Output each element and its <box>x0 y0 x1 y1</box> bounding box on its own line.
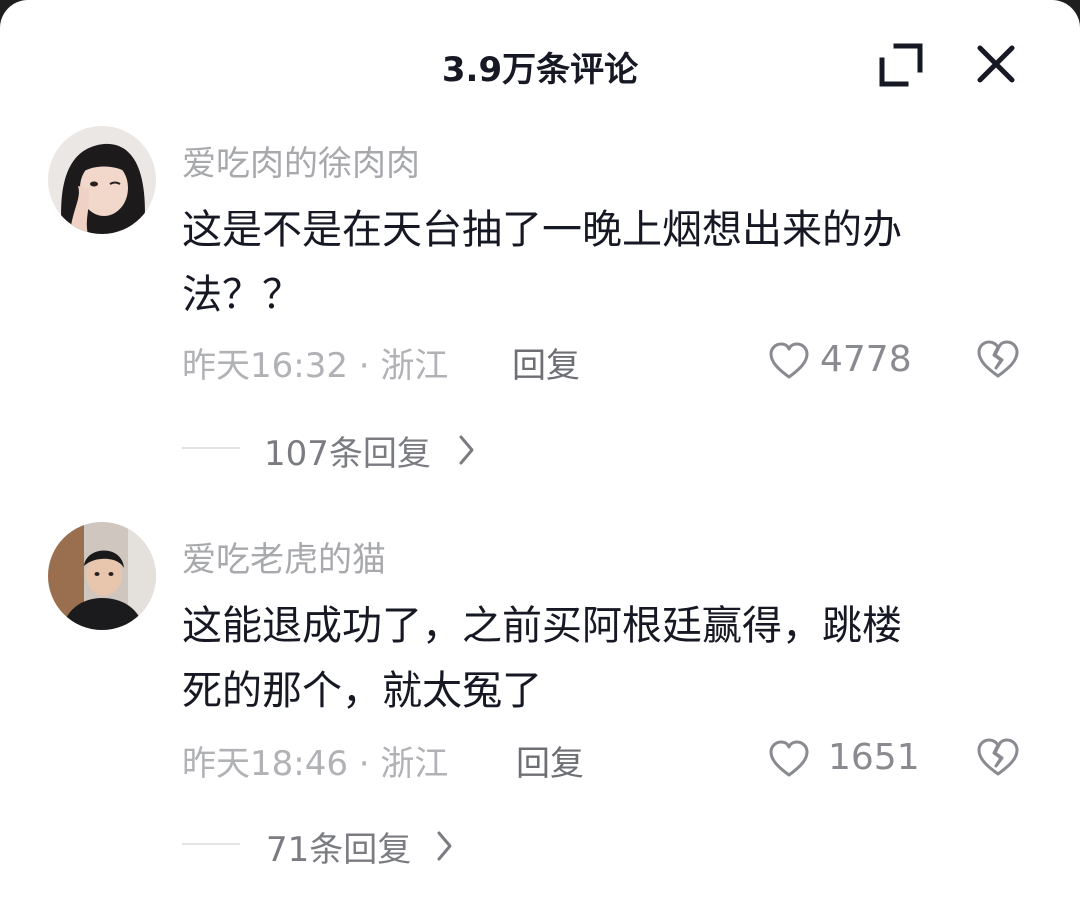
comment-meta: 昨天18:46 · 浙江 <box>182 744 449 784</box>
comment-meta: 昨天16:32 · 浙江 <box>182 346 449 386</box>
comment-text-line: 法？？ <box>182 272 302 318</box>
dislike-button[interactable] <box>976 339 1020 383</box>
reply-button[interactable]: 回复 <box>516 736 584 785</box>
close-button[interactable] <box>972 40 1020 88</box>
broken-heart-icon <box>977 738 1019 776</box>
comment-username[interactable]: 爱吃老虎的猫 <box>182 532 386 581</box>
expand-icon <box>879 43 923 87</box>
avatar[interactable] <box>48 522 156 630</box>
replies-count-label: 107条回复 <box>264 434 431 474</box>
avatar[interactable] <box>48 126 156 234</box>
comment-text: 这能退成功了，之前买阿根廷赢得，跳楼 死的那个，就太冤了 <box>182 594 1012 724</box>
heart-icon <box>769 342 809 379</box>
comment-text: 这是不是在天台抽了一晚上烟想出来的办 法？？ <box>182 198 1012 328</box>
avatar-photo <box>48 126 156 234</box>
reply-button[interactable]: 回复 <box>512 338 580 387</box>
like-count: 4778 <box>820 339 912 380</box>
replies-count-label: 71条回复 <box>266 830 412 870</box>
thread-divider <box>182 843 240 845</box>
thread-divider <box>182 447 240 449</box>
chevron-right-icon <box>459 435 474 465</box>
comment-username[interactable]: 爱吃肉的徐肉肉 <box>182 136 420 185</box>
avatar-photo <box>48 522 156 630</box>
comment-text-line: 死的那个，就太冤了 <box>182 668 542 714</box>
close-icon <box>977 45 1015 83</box>
chevron-right-icon <box>437 831 452 861</box>
heart-icon <box>769 740 809 777</box>
dislike-button[interactable] <box>976 737 1020 781</box>
expand-button[interactable] <box>878 42 924 88</box>
view-replies-button[interactable]: 71条回复 <box>182 822 582 870</box>
comment-text-line: 这能退成功了，之前买阿根廷赢得，跳楼 <box>182 603 902 649</box>
like-count: 1651 <box>828 737 920 778</box>
comments-header: 3.9万条评论 <box>0 0 1080 128</box>
comment-text-line: 这是不是在天台抽了一晚上烟想出来的办 <box>182 207 902 253</box>
like-button[interactable]: 1651 <box>768 737 920 781</box>
broken-heart-icon <box>977 340 1019 378</box>
like-button[interactable]: 4778 <box>768 339 918 383</box>
view-replies-button[interactable]: 107条回复 <box>182 426 582 474</box>
comments-sheet: 3.9万条评论 爱吃肉的徐肉肉 这是不是在天台抽了一晚上烟想出来的办 法？？ 昨… <box>0 0 1080 901</box>
